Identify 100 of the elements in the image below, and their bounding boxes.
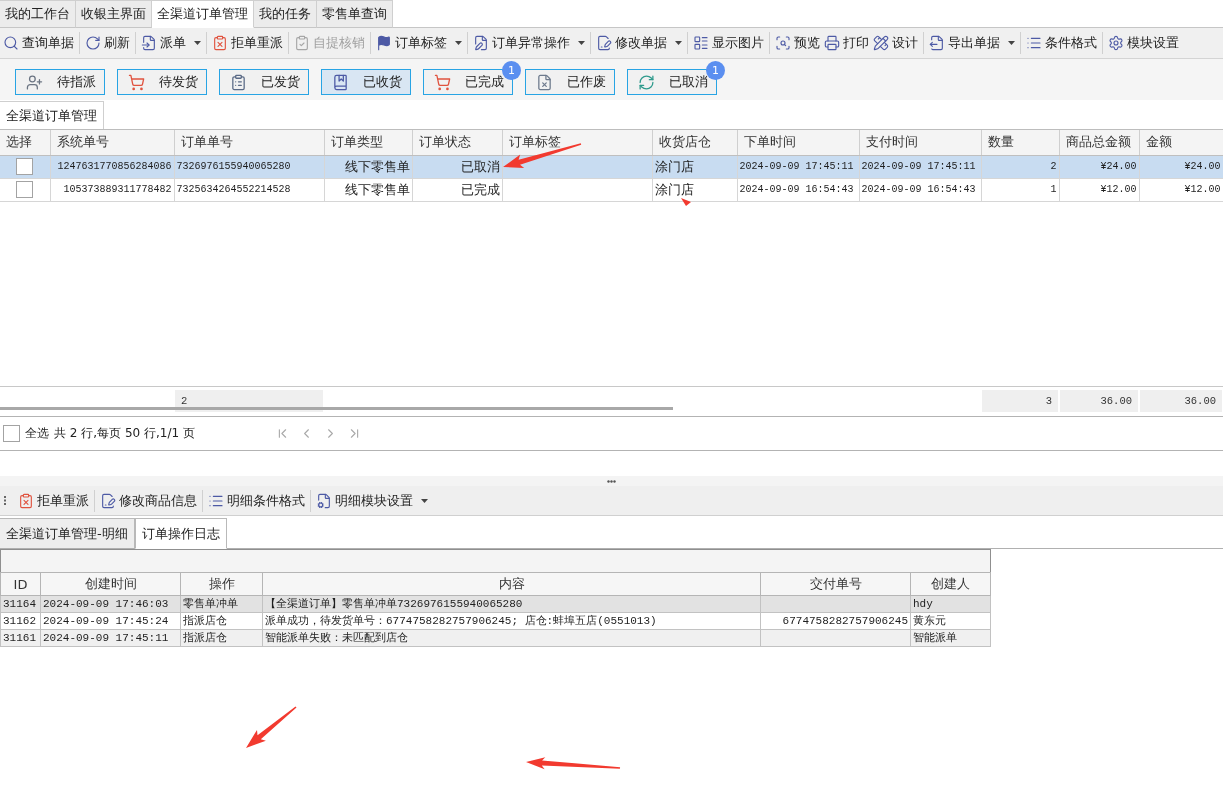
bookmark-icon <box>332 73 349 91</box>
select-all-checkbox[interactable] <box>3 425 20 442</box>
table-cell: hdy <box>910 595 991 613</box>
table-cell: 6774758282757906245 <box>760 612 911 630</box>
printer-icon <box>824 35 840 51</box>
table-cell: 涂门店 <box>652 178 737 201</box>
toolbar-button[interactable]: 派单 <box>139 30 203 56</box>
toolbar-button[interactable]: 明细模块设置 <box>314 487 430 514</box>
table-cell: 7326976155940065280 <box>174 155 324 178</box>
count-badge: 1 <box>706 61 725 80</box>
detail-tab[interactable]: 订单操作日志 <box>134 518 227 549</box>
caret-icon <box>194 41 201 45</box>
toolbar-button[interactable]: 显示图片 <box>691 30 766 56</box>
table-cell: ¥12.00 <box>1059 178 1139 201</box>
user-plus-icon <box>26 73 43 91</box>
clipboard-x-icon <box>18 492 34 509</box>
column-header[interactable]: 订单标签 <box>502 130 652 155</box>
table-cell: 涂门店 <box>652 155 737 178</box>
table-row[interactable]: 105373889311778482 7325634264552214528 线下零售单 已完成 涂门店 2024-09-09 16:54:43 2024-09-09 16:54:43 1 ¥12.00 ¥12.00 <box>0 178 1223 201</box>
column-header[interactable]: 下单时间 <box>737 130 859 155</box>
table-cell: 指派店仓 <box>180 629 263 647</box>
caret-icon <box>675 41 682 45</box>
status-filter-button[interactable]: 待发货 <box>117 69 207 95</box>
splitter-grip-icon[interactable] <box>607 479 616 483</box>
toolbar-button[interactable]: 打印 <box>822 30 871 56</box>
column-header[interactable]: 商品总金额 <box>1059 130 1139 155</box>
table-cell: 1 <box>981 178 1059 201</box>
table-cell: 31162 <box>0 612 41 630</box>
column-header[interactable]: 内容 <box>262 572 761 596</box>
column-header[interactable]: 数量 <box>981 130 1059 155</box>
app-tab[interactable]: 零售单查询 <box>317 0 393 28</box>
toolbar-button[interactable]: 设计 <box>871 30 920 56</box>
table-cell: 已完成 <box>412 178 502 201</box>
toolbar-button[interactable]: 拒单重派 <box>210 30 285 56</box>
column-header[interactable]: 订单类型 <box>324 130 412 155</box>
caret-icon <box>455 41 462 45</box>
status-filter-button[interactable]: 已发货 <box>219 69 309 95</box>
toolbar-button[interactable]: 查询单据 <box>1 30 76 56</box>
preview-icon <box>775 35 791 51</box>
column-header[interactable]: 创建时间 <box>40 572 181 596</box>
table-cell: 黄东元 <box>910 612 991 630</box>
edit-document-icon <box>100 492 116 509</box>
column-header[interactable]: 收货店仓 <box>652 130 737 155</box>
toolbar-button[interactable]: 模块设置 <box>1106 30 1181 56</box>
table-cell: 2024-09-09 17:45:24 <box>40 612 181 630</box>
toolbar-button[interactable]: 明细条件格式 <box>206 487 307 514</box>
flag-icon <box>376 35 392 51</box>
search-icon <box>3 35 19 51</box>
detail-tab[interactable]: 全渠道订单管理-明细 <box>0 518 135 549</box>
column-header[interactable]: 交付单号 <box>760 572 911 596</box>
clipboard-check-icon <box>294 35 310 51</box>
caret-icon <box>1008 41 1015 45</box>
toolbar-button[interactable]: 修改单据 <box>594 30 684 56</box>
toolbar-button[interactable]: 订单标签 <box>374 30 464 56</box>
row-checkbox[interactable] <box>16 181 34 198</box>
document-pen-icon <box>473 35 489 51</box>
toolbar-button[interactable]: 条件格式 <box>1024 30 1099 56</box>
table-cell: 105373889311778482 <box>50 178 174 201</box>
caret-icon <box>578 41 585 45</box>
app-tab[interactable]: 收银主界面 <box>76 0 152 28</box>
clipboard-x-icon <box>212 35 228 51</box>
toolbar-button[interactable]: 订单异常操作 <box>471 30 587 56</box>
summary-cell: 3 <box>982 390 1058 412</box>
layout-list-icon <box>693 35 709 51</box>
file-export-icon <box>929 35 945 51</box>
summary-cell: 36.00 <box>1140 390 1222 412</box>
list-icon <box>1026 35 1042 51</box>
row-checkbox[interactable] <box>16 158 34 175</box>
toolbar-button[interactable]: 修改商品信息 <box>98 487 199 514</box>
horizontal-scrollbar[interactable] <box>0 407 673 410</box>
table-cell: 2024-09-09 17:46:03 <box>40 595 181 613</box>
column-header[interactable]: 订单单号 <box>174 130 324 155</box>
status-filter-button[interactable]: 已作废 <box>525 69 615 95</box>
column-header[interactable]: 金额 <box>1139 130 1223 155</box>
column-header[interactable]: ID <box>0 572 41 596</box>
status-filter-button[interactable]: 已收货 <box>321 69 411 95</box>
pencil-ruler-icon <box>873 35 889 51</box>
annotation-arrow <box>246 706 297 748</box>
table-cell: 2024-09-09 16:54:43 <box>859 178 981 201</box>
app-tab[interactable]: 我的任务 <box>254 0 317 28</box>
toolbar-button[interactable]: 刷新 <box>83 30 132 56</box>
column-header[interactable]: 选择 <box>0 130 50 155</box>
column-header[interactable]: 支付时间 <box>859 130 981 155</box>
annotation-arrow <box>681 198 691 206</box>
column-header[interactable]: 订单状态 <box>412 130 502 155</box>
summary-cell: 36.00 <box>1060 390 1138 412</box>
select-all-label[interactable]: 全选 <box>25 425 49 442</box>
file-x-icon <box>536 73 553 91</box>
caret-icon <box>421 498 428 503</box>
status-filter-button[interactable]: 待指派 <box>15 69 105 95</box>
table-row[interactable]: 1247631770856284086 7326976155940065280 线下零售单 已取消 涂门店 2024-09-09 17:45:11 2024-09-09 17:45:11 2 ¥24.00 ¥24.00 <box>0 155 1223 178</box>
column-header[interactable]: 系统单号 <box>50 130 174 155</box>
section-tab[interactable]: 全渠道订单管理 <box>0 101 104 129</box>
toolbar-button[interactable]: 预览 <box>773 30 822 56</box>
table-cell: 2024-09-09 16:54:43 <box>737 178 859 201</box>
app-tab[interactable]: 全渠道订单管理 <box>152 0 254 28</box>
toolbar-button[interactable]: 导出单据 <box>927 30 1017 56</box>
app-tab[interactable]: 我的工作台 <box>0 0 76 28</box>
table-cell: 智能派单 <box>910 629 991 647</box>
toolbar-button[interactable]: 拒单重派 <box>16 487 91 514</box>
